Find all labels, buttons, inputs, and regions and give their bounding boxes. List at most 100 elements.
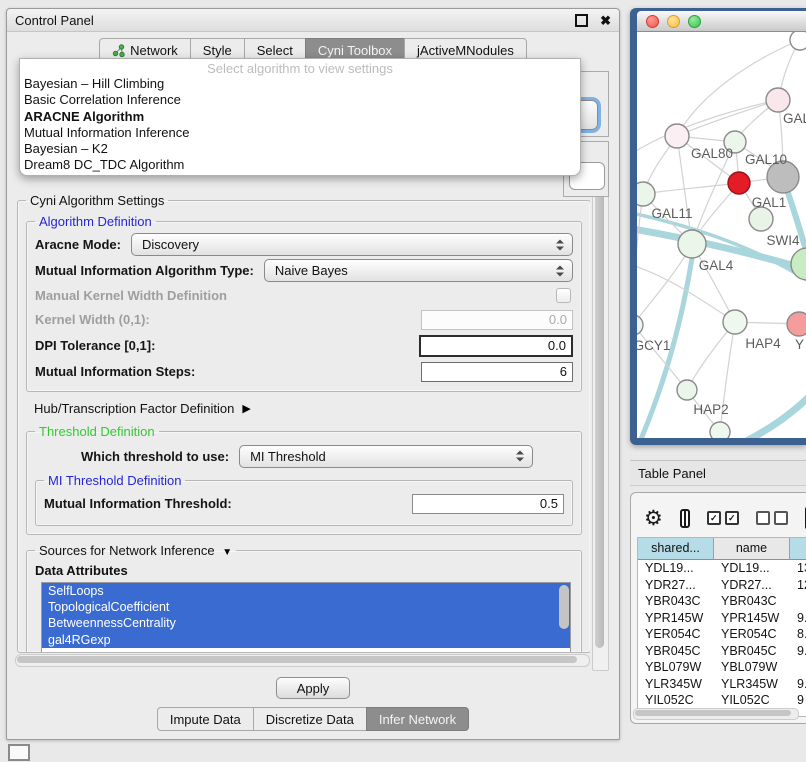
column-header-0[interactable]: shared...	[638, 538, 714, 560]
mi-steps-label: Mutual Information Steps:	[35, 364, 195, 379]
mi-steps-input[interactable]	[421, 362, 573, 382]
table-cell: YDL19...	[714, 560, 790, 577]
settings-vertical-scrollbar[interactable]	[592, 189, 609, 671]
attribute-item[interactable]: gal4RGexp	[42, 632, 570, 648]
node-label: GAL10	[745, 152, 787, 167]
table-hscroll-thumb[interactable]	[635, 710, 791, 716]
table-row[interactable]: YDR27...YDR27...12	[638, 577, 806, 594]
node-GAL4[interactable]	[678, 230, 706, 258]
node-label: GAL1	[752, 195, 787, 210]
node-GCY1[interactable]	[637, 315, 643, 335]
group-title: Threshold Definition	[35, 424, 159, 439]
tab-label: Network	[130, 43, 178, 58]
control-panel-window: Control Panel ✖ Network Style Select Cyn…	[6, 8, 620, 740]
network-view-window: GALGAL80GAL10GAL1GAL11SWI4GAL4GCY1HAP4YH…	[630, 8, 806, 445]
mac-zoom-icon[interactable]	[688, 15, 701, 28]
attribute-item[interactable]: TopologicalCoefficient	[42, 599, 570, 615]
node-HAP4[interactable]	[723, 310, 747, 334]
data-attributes-list[interactable]: SelfLoopsTopologicalCoefficientBetweenne…	[41, 582, 571, 653]
network-canvas[interactable]: GALGAL80GAL10GAL1GAL11SWI4GAL4GCY1HAP4YH…	[637, 32, 806, 438]
table-cell: 13	[790, 560, 806, 577]
tab-label: Discretize Data	[266, 712, 354, 727]
dpi-tolerance-input[interactable]	[419, 335, 573, 357]
attribute-item[interactable]: BetweennessCentrality	[42, 615, 570, 631]
apply-button[interactable]: Apply	[276, 677, 350, 699]
algorithm-option-4[interactable]: Bayesian – K2	[20, 141, 580, 157]
column-layout-icon[interactable]	[680, 509, 690, 528]
table-cell: YDL19...	[638, 560, 714, 577]
aracne-mode-select[interactable]: Discovery	[131, 233, 573, 256]
algorithm-option-2[interactable]: ARACNE Algorithm	[20, 109, 580, 125]
manual-kernel-width-checkbox[interactable]	[556, 288, 571, 303]
table-cell: 12	[790, 577, 806, 594]
node-gal-partial[interactable]	[766, 88, 790, 112]
node-salmon[interactable]	[787, 312, 806, 336]
table-horizontal-scrollbar[interactable]	[633, 708, 799, 720]
float-panel-icon[interactable]	[575, 14, 588, 27]
column-header-1[interactable]: name	[714, 538, 790, 560]
node-top-partial[interactable]	[790, 32, 806, 50]
tab-label: Select	[257, 43, 293, 58]
table-row[interactable]: YBR043CYBR043C	[638, 593, 806, 610]
column-header-2[interactable]: A	[790, 538, 806, 560]
algorithm-option-1[interactable]: Basic Correlation Inference	[20, 92, 580, 108]
network-edge[interactable]	[677, 100, 778, 136]
node-SWI4[interactable]	[749, 207, 773, 231]
table-panel-title: Table Panel	[638, 466, 706, 481]
deselect-all-icon[interactable]	[756, 511, 788, 525]
collapse-down-triangle-icon[interactable]: ▼	[222, 547, 232, 558]
mac-minimize-icon[interactable]	[667, 15, 680, 28]
table-cell: YBR045C	[638, 643, 714, 660]
tab-infer-network[interactable]: Infer Network	[366, 707, 469, 731]
node-GAL80[interactable]	[665, 124, 689, 148]
node-label: SWI4	[766, 233, 799, 248]
attribute-item[interactable]: SelfLoops	[42, 583, 570, 599]
node-HAP2[interactable]	[677, 380, 697, 400]
group-title: MI Threshold Definition	[44, 473, 185, 488]
dropdown-hint: Select algorithm to view settings	[20, 61, 580, 76]
node-bottom-partial[interactable]	[710, 422, 730, 438]
algorithm-dropdown-list: Select algorithm to view settings Bayesi…	[19, 58, 581, 176]
cyni-algorithm-settings-group: Cyni Algorithm Settings Algorithm Defini…	[17, 193, 590, 653]
table-row[interactable]: YPR145WYPR145W9.	[638, 610, 806, 627]
vscroll-thumb[interactable]	[595, 192, 604, 648]
network-edge-thick[interactable]	[637, 212, 806, 290]
hscroll-thumb[interactable]	[17, 656, 577, 663]
node-label: GAL	[783, 111, 806, 126]
table-cell: YBR043C	[714, 593, 790, 610]
table-row[interactable]: YIL052CYIL052C9	[638, 692, 806, 709]
table-row[interactable]: YER054CYER054C8.	[638, 626, 806, 643]
settings-horizontal-scrollbar[interactable]	[15, 654, 590, 667]
minimized-panel-icon[interactable]	[8, 744, 30, 761]
table-row[interactable]: YLR345WYLR345W9.	[638, 676, 806, 693]
which-threshold-select[interactable]: MI Threshold	[239, 445, 533, 468]
algorithm-option-3[interactable]: Mutual Information Inference	[20, 125, 580, 141]
which-threshold-label: Which threshold to use:	[81, 449, 229, 464]
table-cell: YDR27...	[714, 577, 790, 594]
node-green-right[interactable]	[791, 248, 806, 280]
close-icon[interactable]: ✖	[600, 14, 611, 27]
tab-impute-data[interactable]: Impute Data	[157, 707, 253, 731]
aracne-mode-label: Aracne Mode:	[35, 237, 121, 252]
gear-icon[interactable]: ⚙	[644, 508, 663, 529]
list-scrollbar-thumb[interactable]	[559, 585, 569, 629]
table-row[interactable]: YDL19...YDL19...13	[638, 560, 806, 577]
table-row[interactable]: YBL079WYBL079W	[638, 659, 806, 676]
network-edge[interactable]	[643, 183, 739, 194]
tab-discretize-data[interactable]: Discretize Data	[253, 707, 366, 731]
algorithm-option-5[interactable]: Dream8 DC_TDC Algorithm	[20, 157, 580, 173]
spinner-arrows-icon	[516, 451, 524, 462]
expand-right-triangle-icon: ▶	[242, 402, 250, 415]
select-all-icon[interactable]: ✓✓	[707, 511, 739, 525]
kernel-width-input[interactable]	[421, 310, 573, 330]
node-label: GAL11	[651, 206, 692, 221]
mac-close-icon[interactable]	[646, 15, 659, 28]
network-edge-thick[interactable]	[723, 380, 806, 438]
node-GAL11[interactable]	[637, 182, 655, 206]
mi-threshold-input[interactable]	[412, 494, 564, 514]
table-row[interactable]: YBR045CYBR045C9.	[638, 643, 806, 660]
algorithm-option-0[interactable]: Bayesian – Hill Climbing	[20, 76, 580, 92]
hub-transcription-factor-section[interactable]: Hub/Transcription Factor Definition ▶	[34, 401, 582, 416]
mi-algorithm-type-select[interactable]: Naive Bayes	[264, 259, 573, 282]
node-GAL1[interactable]	[728, 172, 750, 194]
